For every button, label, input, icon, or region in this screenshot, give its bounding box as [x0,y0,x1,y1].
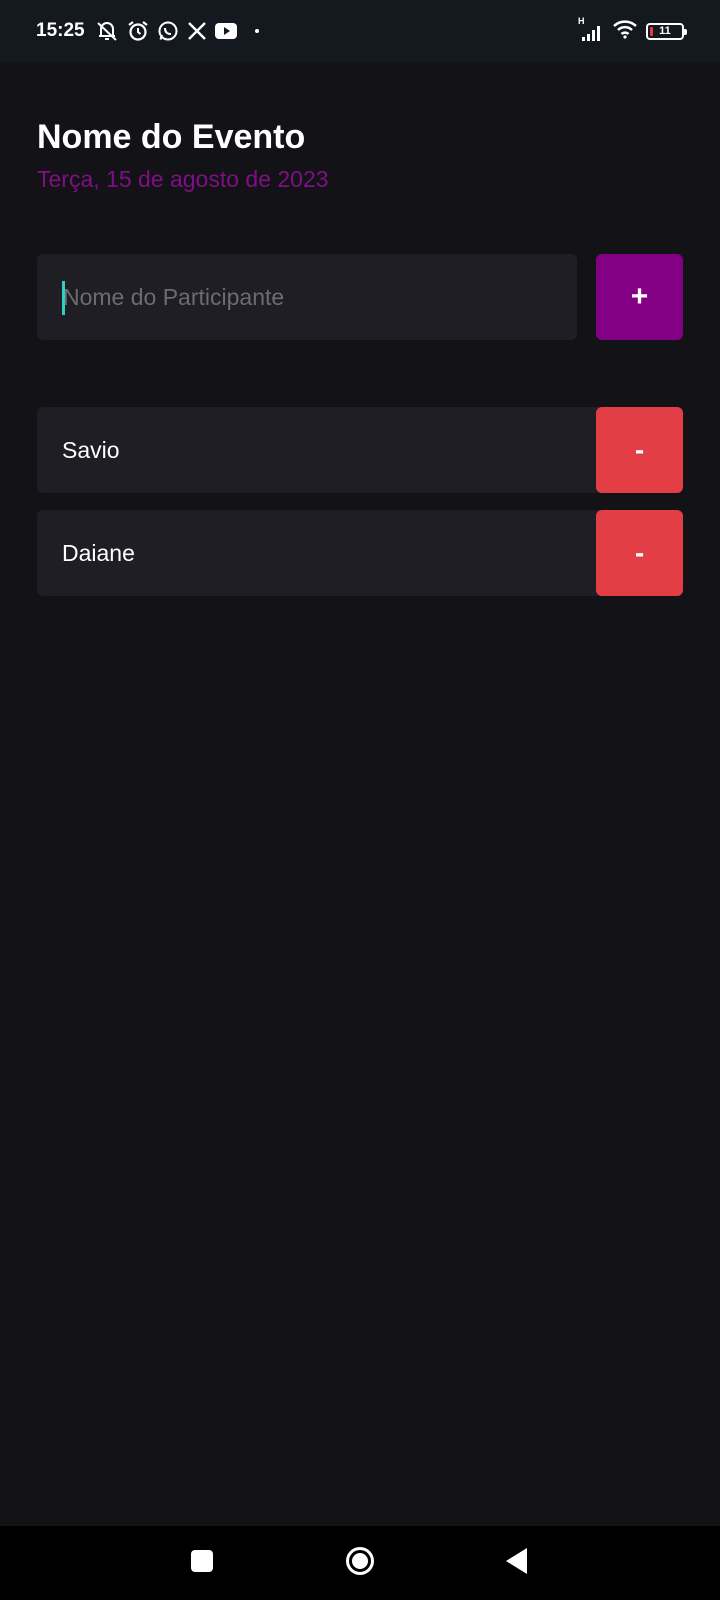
battery-level: 11 [659,25,671,37]
back-icon [506,1547,528,1579]
text-caret [62,281,65,315]
participant-item: Savio - [37,407,683,493]
participant-name-input[interactable] [37,254,577,340]
participant-name: Daiane [62,540,135,566]
recents-button[interactable] [162,1526,242,1600]
recents-icon [191,1549,213,1577]
remove-button-label: - [634,537,645,568]
event-date: Terça, 15 de agosto de 2023 [37,166,329,192]
system-nav-bar [0,1526,720,1600]
participant-list: Savio - Daiane - [37,407,683,613]
home-button[interactable] [320,1526,400,1600]
add-participant-button[interactable]: + [596,254,683,340]
more-notifications-dot [254,29,259,33]
remove-participant-button[interactable]: - [596,510,683,596]
status-left: 15:25 [36,20,259,42]
muted-bell-icon [95,20,119,42]
event-title: Nome do Evento [37,118,306,156]
wifi-icon [612,19,638,44]
notification-icons [95,20,259,42]
add-button-label: + [630,280,649,313]
youtube-icon [214,23,237,39]
participant-name: Savio [62,437,120,463]
x-icon [187,21,207,41]
back-button[interactable] [477,1526,557,1600]
add-participant-form: + [37,254,683,340]
status-right: H 11 [578,16,687,44]
whatsapp-icon [157,20,179,42]
alarm-icon [127,20,149,42]
signal-icon: H [578,16,604,42]
home-icon [345,1546,375,1581]
battery-icon: 11 [646,22,687,40]
participant-item: Daiane - [37,510,683,596]
status-bar: 15:25 H 11 [0,0,720,62]
remove-participant-button[interactable]: - [596,407,683,493]
app-screen: Nome do Evento Terça, 15 de agosto de 20… [0,62,720,1526]
remove-button-label: - [634,434,645,465]
status-time: 15:25 [36,20,85,41]
